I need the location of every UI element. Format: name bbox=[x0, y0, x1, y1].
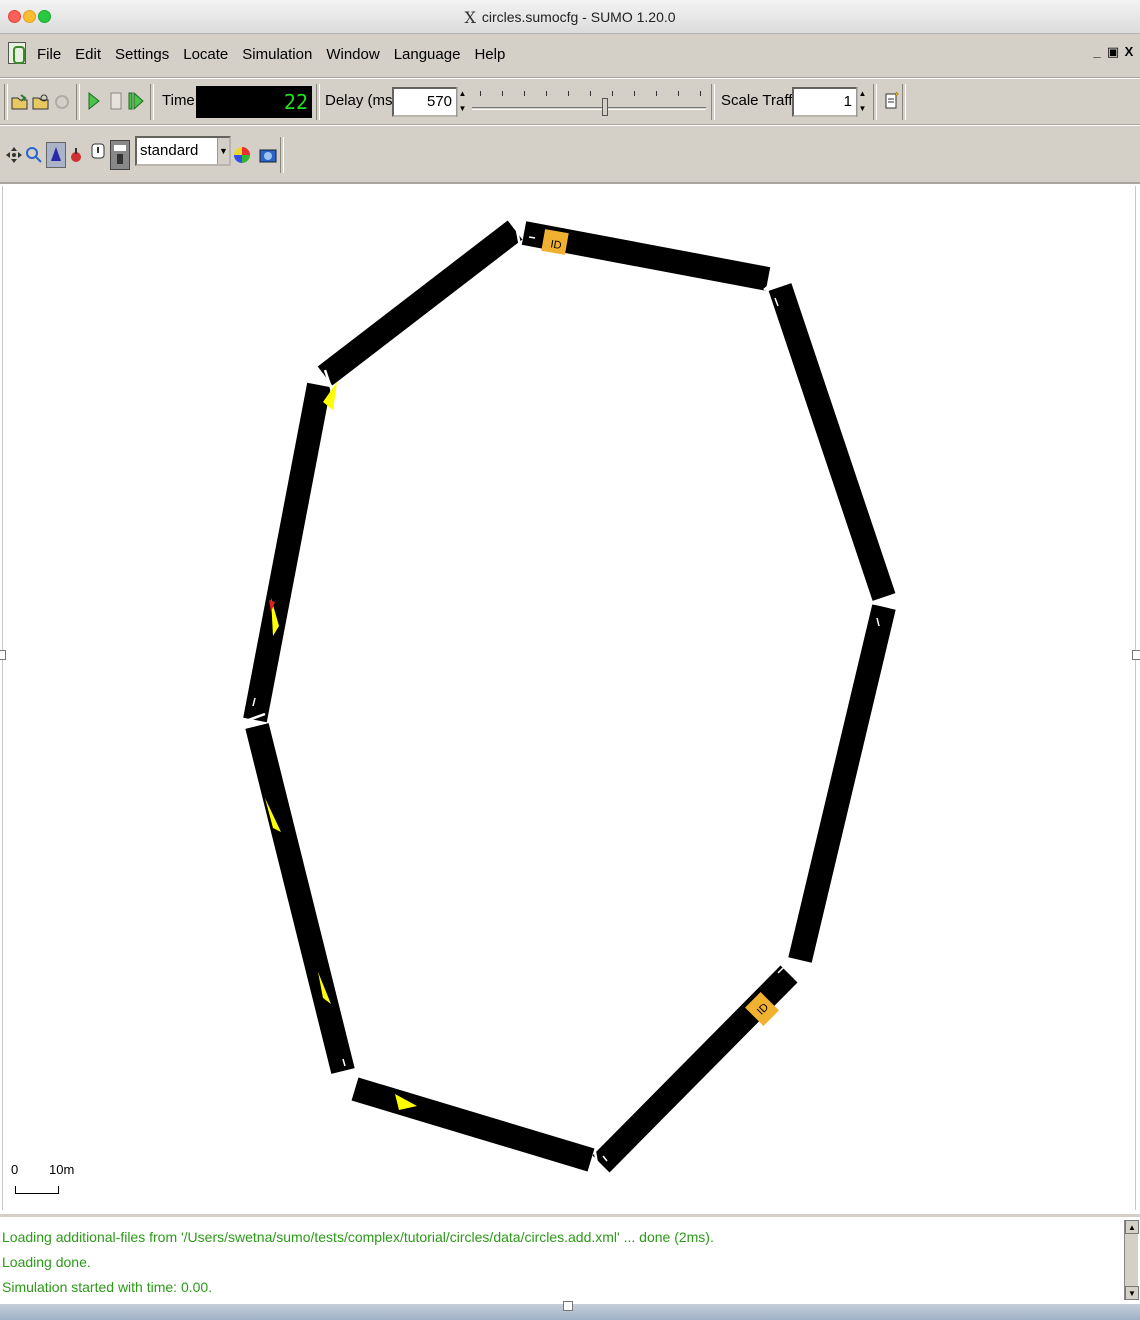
menu-locate[interactable]: Locate bbox=[176, 46, 235, 63]
open-simulation-icon[interactable] bbox=[10, 91, 30, 113]
menu-language[interactable]: Language bbox=[387, 46, 468, 63]
run-simulation-icon[interactable] bbox=[84, 90, 104, 112]
menu-file[interactable]: File bbox=[30, 46, 68, 63]
menu-settings[interactable]: Settings bbox=[108, 46, 176, 63]
chevron-down-icon[interactable]: ▼ bbox=[217, 138, 229, 164]
network-view[interactable]: ID ID 0 10m bbox=[2, 186, 1136, 1210]
menu-window[interactable]: Window bbox=[319, 46, 386, 63]
scale-traffic-input[interactable]: 1 bbox=[792, 87, 858, 117]
log-line: Loading done. bbox=[2, 1254, 91, 1270]
road-segment bbox=[351, 1077, 595, 1172]
detector-label: ID bbox=[549, 238, 562, 252]
message-window: Loading additional-files from '/Users/sw… bbox=[0, 1214, 1140, 1304]
menu-help[interactable]: Help bbox=[467, 46, 512, 63]
log-scrollbar[interactable]: ▲ ▼ bbox=[1124, 1220, 1139, 1300]
spin-down-icon[interactable]: ▼ bbox=[857, 102, 868, 117]
locate-junction-icon[interactable] bbox=[46, 142, 66, 168]
resize-handle-bottom[interactable] bbox=[563, 1301, 573, 1311]
road-segment bbox=[788, 604, 896, 963]
scroll-down-icon[interactable]: ▼ bbox=[1125, 1286, 1139, 1300]
log-line: Loading additional-files from '/Users/sw… bbox=[2, 1229, 714, 1245]
simulation-toolbar: Time: 22 Delay (ms): 570 ▲ ▼ Scale Traffi… bbox=[0, 79, 1140, 125]
menu-bar: File Edit Settings Locate Simulation Win… bbox=[0, 34, 1140, 78]
edit-breakpoints-icon[interactable] bbox=[88, 142, 108, 164]
spin-down-icon[interactable]: ▼ bbox=[457, 102, 468, 117]
log-line: Simulation started with time: 0.00. bbox=[2, 1279, 213, 1295]
stop-simulation-icon[interactable] bbox=[106, 90, 126, 112]
mdi-minimize-button[interactable]: _ bbox=[1090, 44, 1104, 60]
spin-up-icon[interactable]: ▲ bbox=[457, 87, 468, 102]
scale-traffic-spinner[interactable]: ▲ ▼ bbox=[856, 87, 868, 117]
title-bar: X circles.sumocfg - SUMO 1.20.0 bbox=[0, 0, 1140, 34]
time-display: 22 bbox=[196, 86, 312, 118]
scroll-up-icon[interactable]: ▲ bbox=[1125, 1220, 1139, 1234]
spin-up-icon[interactable]: ▲ bbox=[857, 87, 868, 102]
menu-simulation[interactable]: Simulation bbox=[235, 46, 319, 63]
scale-ten-label: 10m bbox=[49, 1162, 75, 1177]
road-segment bbox=[317, 220, 523, 386]
detector-group: ID ID bbox=[541, 229, 779, 1026]
menu-edit[interactable]: Edit bbox=[68, 46, 108, 63]
road-segment bbox=[245, 723, 355, 1074]
road-network: ID ID bbox=[242, 219, 896, 1177]
mdi-close-button[interactable]: X bbox=[1122, 44, 1136, 60]
reload-icon[interactable] bbox=[31, 91, 51, 113]
recenter-view-icon[interactable] bbox=[4, 144, 24, 166]
delay-label: Delay (ms): bbox=[325, 92, 402, 109]
sumo-app-icon[interactable] bbox=[8, 42, 26, 64]
time-label: Time: bbox=[162, 92, 199, 109]
mdi-restore-button[interactable]: ▣ bbox=[1106, 44, 1120, 60]
locate-vehicle-icon[interactable] bbox=[66, 144, 86, 166]
view-settings-icon[interactable] bbox=[110, 140, 130, 170]
scale-bar bbox=[15, 1186, 59, 1194]
step-simulation-icon[interactable] bbox=[126, 90, 146, 112]
reload-disabled-icon[interactable] bbox=[52, 91, 72, 113]
zoom-icon[interactable] bbox=[24, 144, 44, 166]
road-segment bbox=[768, 283, 896, 601]
delay-slider-thumb[interactable] bbox=[602, 98, 608, 116]
delay-input[interactable]: 570 bbox=[392, 87, 458, 117]
resize-handle-right[interactable] bbox=[1132, 650, 1140, 660]
delay-spinner[interactable]: ▲ ▼ bbox=[456, 87, 468, 117]
resize-handle-left[interactable] bbox=[0, 650, 6, 660]
x11-icon: X bbox=[464, 7, 476, 27]
scale-zero-label: 0 bbox=[11, 1162, 19, 1177]
lane-marking bbox=[528, 236, 536, 239]
road-segment bbox=[243, 382, 331, 723]
window-title: circles.sumocfg - SUMO 1.20.0 bbox=[481, 9, 676, 25]
screenshot-icon[interactable] bbox=[258, 144, 278, 166]
color-scheme-select[interactable]: standard ▼ bbox=[135, 136, 231, 166]
add-breakpoint-icon[interactable] bbox=[882, 90, 902, 112]
color-scheme-value: standard bbox=[140, 142, 199, 159]
color-wheel-icon[interactable] bbox=[232, 144, 252, 166]
view-toolbar: standard ▼ bbox=[0, 126, 1140, 184]
delay-slider[interactable] bbox=[470, 87, 708, 117]
